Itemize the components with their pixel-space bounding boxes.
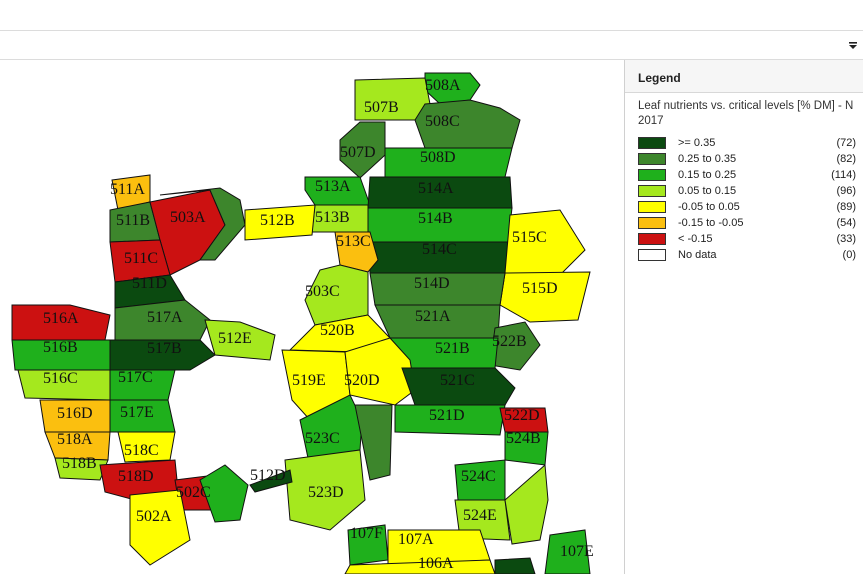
plot-label: 511C [124, 250, 158, 267]
plot-label: 513A [315, 178, 351, 195]
legend-header: Legend [625, 60, 863, 93]
plot-label: 106A [418, 555, 454, 572]
plot-label: 522D [504, 407, 540, 424]
plot-label: 511B [116, 212, 150, 229]
plot-label: 517A [147, 309, 183, 326]
legend-row: 0.25 to 0.35 (82) [638, 151, 856, 167]
legend-row: -0.05 to 0.05 (89) [638, 199, 856, 215]
legend-label: No data [678, 249, 717, 261]
plot-east-fill [504, 463, 549, 545]
plot-label: 523C [305, 430, 340, 447]
plot-label: 514C [422, 241, 457, 258]
legend-swatch [638, 217, 666, 229]
legend-row: No data (0) [638, 247, 856, 263]
legend-row: 0.05 to 0.15 (96) [638, 183, 856, 199]
map-toolbar [0, 31, 863, 60]
plot-label: 508A [425, 77, 461, 94]
plot-label: 522B [492, 333, 527, 350]
legend-title: Leaf nutrients vs. critical levels [% DM… [638, 100, 854, 127]
plot-label: 503C [305, 283, 340, 300]
legend-count: (89) [836, 201, 856, 213]
plot-label: 515C [512, 229, 547, 246]
plot-label: 518D [118, 468, 154, 485]
plot-label: 516C [43, 370, 78, 387]
plot-label: 523D [308, 484, 344, 501]
plot-label: 520D [344, 372, 380, 389]
legend-label: 0.15 to 0.25 [678, 169, 737, 181]
legend-row: -0.15 to -0.05 (54) [638, 215, 856, 231]
legend-label: >= 0.35 [678, 137, 716, 149]
legend-count: (72) [836, 137, 856, 149]
plot-label: 517E [120, 404, 154, 421]
legend-swatch [638, 201, 666, 213]
plot-label: 107A [398, 531, 434, 548]
plot-label: 512E [218, 330, 252, 347]
legend-label: 0.25 to 0.35 [678, 153, 737, 165]
plot-south-dark [494, 557, 536, 574]
plot-502A[interactable] [129, 489, 191, 566]
legend-swatch [638, 185, 666, 197]
plot-label: 520B [320, 322, 355, 339]
plot-label: 503A [170, 209, 206, 226]
plot-label: 507B [364, 99, 399, 116]
legend-swatch [638, 137, 666, 149]
plot-label: 508D [420, 149, 456, 166]
legend-count: (0) [842, 249, 856, 261]
plot-label: 512D [250, 467, 286, 484]
plot-label: 512B [260, 212, 295, 229]
plot-label: 516D [57, 405, 93, 422]
legend-swatch [638, 153, 666, 165]
legend-count: (96) [836, 185, 856, 197]
legend-label: < -0.15 [678, 233, 713, 245]
plot-label: 511D [132, 275, 167, 292]
legend-panel: Legend Leaf nutrients vs. critical level… [624, 60, 863, 574]
plot-label: 521C [440, 372, 475, 389]
plot-label: 502C [176, 484, 211, 501]
legend-swatch [638, 233, 666, 245]
plot-label: 508C [425, 113, 460, 130]
legend-row: 0.15 to 0.25 (114) [638, 167, 856, 183]
plot-label: 516A [43, 310, 79, 327]
plot-label: 514D [414, 275, 450, 292]
plot-label: 521D [429, 407, 465, 424]
legend-count: (33) [836, 233, 856, 245]
top-toolbar [0, 0, 863, 31]
plot-label: 502A [136, 508, 172, 525]
legend-list: >= 0.35 (72) 0.25 to 0.35 (82) 0.15 to 0.25 (… [638, 135, 856, 263]
plot-label: 518B [62, 455, 97, 472]
plot-label: 524C [461, 468, 496, 485]
plot-label: 513C [336, 233, 371, 250]
legend-swatch [638, 169, 666, 181]
plot-label: 515D [522, 280, 558, 297]
legend-swatch [638, 249, 666, 261]
plot-label: 524E [463, 507, 497, 524]
dropdown-menu-icon[interactable] [848, 41, 858, 51]
legend-count: (114) [831, 169, 856, 181]
plot-label: 514B [418, 210, 453, 227]
plot-label: 517B [147, 340, 182, 357]
plot-label: 521B [435, 340, 470, 357]
plot-label: 519E [292, 372, 326, 389]
legend-count: (82) [836, 153, 856, 165]
plot-label: 107F [350, 525, 383, 542]
plot-label: 107E [560, 543, 594, 560]
legend-label: 0.05 to 0.15 [678, 185, 737, 197]
plot-label: 524B [506, 430, 541, 447]
legend-row: < -0.15 (33) [638, 231, 856, 247]
legend-label: -0.15 to -0.05 [678, 217, 744, 229]
plot-label: 518A [57, 431, 93, 448]
plot-label: 513B [315, 209, 350, 226]
map-view[interactable]: 508A 507B 508C 507D 508D 513A 514A 511A 511B 503A… [0, 60, 622, 574]
plot-map: 508A 507B 508C 507D 508D 513A 514A 511A 511B 503A… [11, 72, 594, 574]
plot-label: 518C [124, 442, 159, 459]
legend-count: (54) [836, 217, 856, 229]
legend-row: >= 0.35 (72) [638, 135, 856, 151]
plot-label: 516B [43, 339, 78, 356]
legend-label: -0.05 to 0.05 [678, 201, 740, 213]
plot-label: 517C [118, 369, 153, 386]
plot-label: 507D [340, 144, 376, 161]
plot-label: 521A [415, 308, 451, 325]
plot-label: 514A [418, 180, 454, 197]
plot-label: 511A [110, 181, 145, 198]
